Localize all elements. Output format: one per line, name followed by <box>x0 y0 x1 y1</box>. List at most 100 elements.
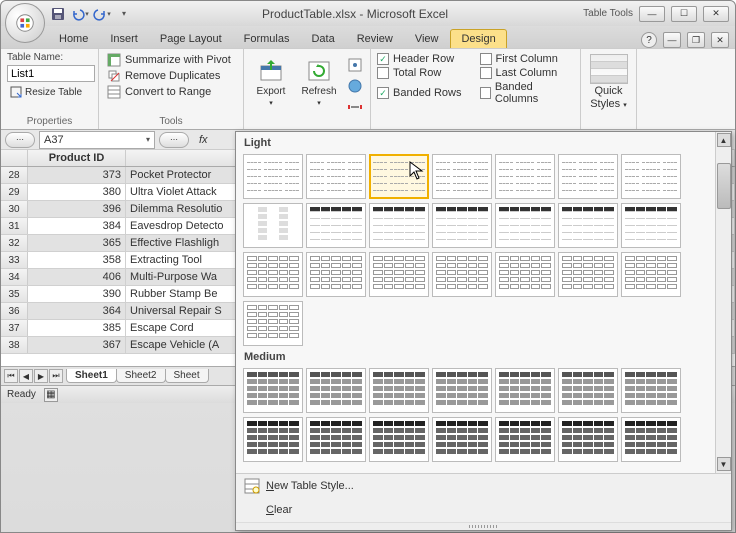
table-style-swatch[interactable] <box>243 368 303 413</box>
cell-product-id[interactable]: 385 <box>28 320 126 336</box>
table-style-swatch[interactable] <box>306 252 366 297</box>
tab-insert[interactable]: Insert <box>100 30 148 48</box>
select-all-corner[interactable] <box>1 150 28 166</box>
namebox-handle[interactable]: ⋯ <box>5 132 35 148</box>
table-style-swatch[interactable] <box>621 368 681 413</box>
cell-product-id[interactable]: 358 <box>28 252 126 268</box>
cell-product-id[interactable]: 365 <box>28 235 126 251</box>
tab-page-layout[interactable]: Page Layout <box>150 30 232 48</box>
gallery-scroll[interactable]: Light <box>236 132 715 473</box>
tab-home[interactable]: Home <box>49 30 98 48</box>
cell-product-id[interactable]: 380 <box>28 184 126 200</box>
minimize-button[interactable]: — <box>639 6 665 22</box>
table-style-swatch[interactable] <box>558 417 618 462</box>
sheet-nav-prev[interactable]: ◀ <box>19 369 33 383</box>
table-style-swatch[interactable] <box>558 203 618 248</box>
help-button[interactable]: ? <box>641 32 657 48</box>
cell-product-id[interactable]: 390 <box>28 286 126 302</box>
cell-product-id[interactable]: 406 <box>28 269 126 285</box>
table-name-input[interactable] <box>7 65 95 82</box>
table-style-swatch[interactable] <box>243 154 303 199</box>
banded-rows-checkbox[interactable]: ✓Banded Rows <box>377 81 472 105</box>
save-button[interactable] <box>49 5 67 23</box>
table-style-swatch[interactable] <box>306 368 366 413</box>
sheet-nav-next[interactable]: ▶ <box>34 369 48 383</box>
row-header[interactable]: 34 <box>1 269 28 285</box>
table-style-swatch[interactable] <box>558 252 618 297</box>
table-style-swatch[interactable] <box>369 417 429 462</box>
table-style-swatch[interactable] <box>432 203 492 248</box>
table-style-swatch[interactable] <box>243 417 303 462</box>
table-style-swatch[interactable] <box>369 203 429 248</box>
doc-close[interactable]: ✕ <box>711 32 729 48</box>
clear-style-button[interactable]: Clear <box>236 498 731 522</box>
row-header[interactable]: 30 <box>1 201 28 217</box>
table-style-swatch[interactable] <box>495 368 555 413</box>
row-header[interactable]: 29 <box>1 184 28 200</box>
row-header[interactable]: 38 <box>1 337 28 353</box>
table-style-swatch[interactable] <box>558 368 618 413</box>
table-style-swatch[interactable] <box>432 417 492 462</box>
quick-styles-button[interactable]: Quick Styles ▾ <box>587 51 630 113</box>
remove-duplicates-button[interactable]: Remove Duplicates <box>105 68 237 84</box>
table-style-swatch[interactable] <box>621 417 681 462</box>
name-box[interactable]: A37 ▾ <box>39 131 155 149</box>
sheet-tab-2[interactable]: Sheet2 <box>116 369 166 383</box>
doc-restore[interactable]: ❐ <box>687 32 705 48</box>
table-style-swatch[interactable] <box>243 252 303 297</box>
office-button[interactable] <box>5 3 45 43</box>
row-header[interactable]: 28 <box>1 167 28 183</box>
table-style-swatch[interactable] <box>369 368 429 413</box>
cell-product-id[interactable]: 373 <box>28 167 126 183</box>
cell-product-id[interactable]: 367 <box>28 337 126 353</box>
refresh-button[interactable]: Refresh ▾ <box>298 56 340 109</box>
macro-record-icon[interactable]: ▦ <box>44 388 58 402</box>
qat-customize[interactable]: ▾ <box>115 5 133 23</box>
summarize-pivot-button[interactable]: Summarize with Pivot <box>105 52 237 68</box>
table-style-swatch[interactable] <box>369 154 429 199</box>
open-browser-button[interactable] <box>346 77 364 95</box>
table-style-swatch[interactable] <box>621 252 681 297</box>
scroll-down-button[interactable]: ▼ <box>717 457 731 471</box>
table-style-swatch[interactable] <box>558 154 618 199</box>
tab-formulas[interactable]: Formulas <box>234 30 300 48</box>
total-row-checkbox[interactable]: Total Row <box>377 67 472 79</box>
unlink-button[interactable] <box>346 98 364 116</box>
banded-cols-checkbox[interactable]: Banded Columns <box>480 81 575 105</box>
header-row-checkbox[interactable]: ✓Header Row <box>377 53 472 65</box>
sheet-tab-1[interactable]: Sheet1 <box>66 369 117 383</box>
tab-review[interactable]: Review <box>347 30 403 48</box>
tab-design[interactable]: Design <box>450 29 506 48</box>
table-style-swatch[interactable] <box>495 154 555 199</box>
convert-range-button[interactable]: Convert to Range <box>105 84 237 100</box>
table-style-swatch[interactable] <box>306 154 366 199</box>
gallery-resize-grip[interactable] <box>236 522 731 530</box>
table-style-swatch[interactable] <box>306 417 366 462</box>
maximize-button[interactable]: ☐ <box>671 6 697 22</box>
cell-product-id[interactable]: 396 <box>28 201 126 217</box>
table-style-swatch[interactable] <box>495 417 555 462</box>
table-style-swatch[interactable] <box>495 203 555 248</box>
tab-data[interactable]: Data <box>301 30 344 48</box>
doc-minimize[interactable]: — <box>663 32 681 48</box>
table-style-swatch[interactable] <box>432 368 492 413</box>
undo-button[interactable]: ▾ <box>71 5 89 23</box>
row-header[interactable]: 37 <box>1 320 28 336</box>
tab-view[interactable]: View <box>405 30 449 48</box>
close-button[interactable]: ✕ <box>703 6 729 22</box>
table-style-swatch[interactable] <box>432 154 492 199</box>
fx-handle[interactable]: ⋯ <box>159 132 189 148</box>
row-header[interactable]: 36 <box>1 303 28 319</box>
table-style-swatch[interactable] <box>432 252 492 297</box>
properties-small-button[interactable] <box>346 56 364 74</box>
table-style-swatch[interactable] <box>243 203 303 248</box>
table-style-swatch[interactable] <box>369 252 429 297</box>
cell-product-id[interactable]: 364 <box>28 303 126 319</box>
last-column-checkbox[interactable]: Last Column <box>480 67 575 79</box>
table-style-swatch[interactable] <box>306 203 366 248</box>
sheet-nav-last[interactable]: ⏭ <box>49 369 63 383</box>
sheet-tab-3[interactable]: Sheet <box>165 369 209 383</box>
row-header[interactable]: 35 <box>1 286 28 302</box>
gallery-scrollbar[interactable]: ▲ ▼ <box>715 132 731 473</box>
row-header[interactable]: 31 <box>1 218 28 234</box>
